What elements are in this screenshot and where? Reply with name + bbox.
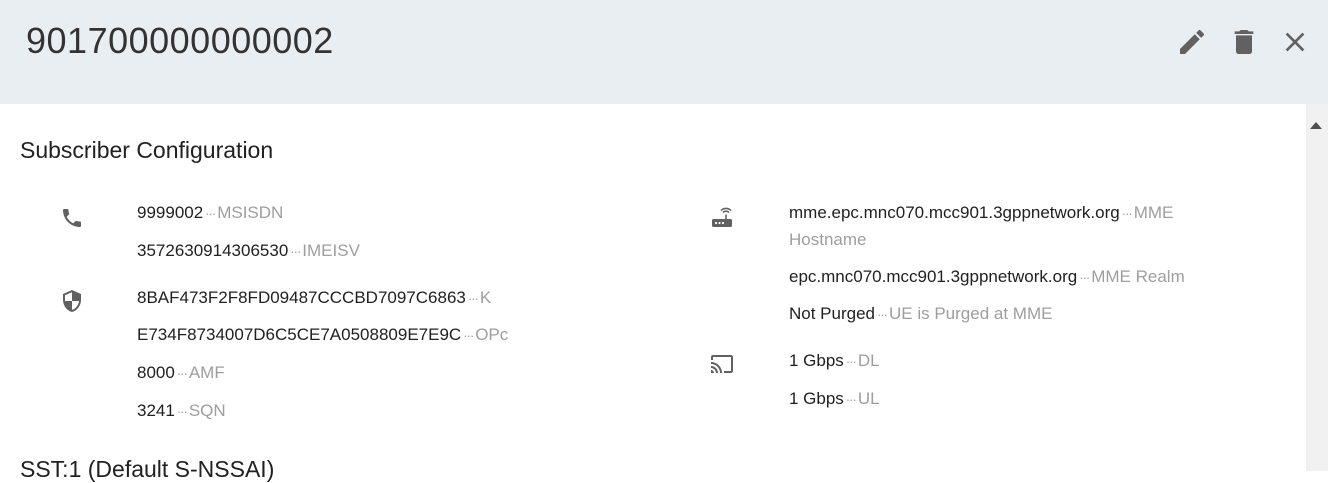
edit-button[interactable] (1176, 26, 1208, 58)
close-button[interactable] (1279, 26, 1311, 58)
slice-section-title: SST:1 (Default S-NSSAI) (20, 456, 275, 482)
row-separator: ··· (1079, 270, 1090, 285)
delete-button[interactable] (1228, 26, 1260, 58)
mme-hostname-value: mme.epc.mnc070.mcc901.3gppnetwork.org (789, 203, 1120, 222)
msisdn-label: MSISDN (217, 203, 284, 222)
phone-icon (60, 206, 84, 230)
row-separator: ··· (845, 354, 857, 369)
scroll-up-arrow[interactable] (1310, 122, 1322, 129)
amf-label: AMF (188, 363, 225, 382)
sqn-value: 3241 (137, 401, 175, 420)
row-separator: ··· (205, 206, 216, 221)
ambr-ul-label: UL (857, 389, 880, 408)
opc-value: E734F8734007D6C5CE7A0508809E7E9C (137, 325, 462, 344)
mme-realm-value: epc.mnc070.mcc901.3gppnetwork.org (789, 267, 1078, 286)
row-separator: ··· (845, 392, 857, 407)
section-title: Subscriber Configuration (20, 137, 274, 163)
msisdn-row: 9999002 ··· MSISDN (137, 200, 283, 227)
mme-hostname-row: mme.epc.mnc070.mcc901.3gppnetwork.org ···… (789, 200, 1229, 253)
ambr-dl-label: DL (857, 351, 880, 370)
mme-realm-row: epc.mnc070.mcc901.3gppnetwork.org ··· MME … (789, 264, 1185, 291)
opc-label: OPc (475, 325, 509, 344)
purge-status-row: Not Purged ··· UE is Purged at MME (789, 301, 1052, 328)
msisdn-value: 9999002 (137, 203, 204, 222)
amf-value: 8000 (137, 363, 175, 382)
ambr-dl-row: 1 Gbps ··· DL (789, 348, 880, 375)
k-value: 8BAF473F2F8FD09487CCCBD7097C6863 (137, 288, 466, 307)
purge-status-label: UE is Purged at MME (889, 304, 1053, 323)
ambr-ul-value: 1 Gbps (789, 389, 844, 408)
close-icon (1285, 32, 1305, 52)
subscriber-imsi-title: 901700000000002 (26, 20, 334, 61)
row-separator: ··· (176, 404, 188, 419)
row-separator: ··· (467, 291, 479, 306)
amf-row: 8000 ··· AMF (137, 360, 225, 387)
imeisv-label: IMEISV (302, 241, 360, 260)
ambr-ul-row: 1 Gbps ··· UL (789, 386, 880, 413)
sqn-row: 3241 ··· SQN (137, 398, 226, 425)
router-icon (710, 206, 734, 230)
row-separator: ··· (176, 366, 188, 381)
security-icon (60, 289, 84, 313)
dialog-header: 901700000000002 (0, 0, 1328, 104)
row-separator: ··· (463, 328, 474, 343)
delete-icon (1234, 30, 1254, 54)
scrollbar[interactable] (1306, 104, 1328, 471)
cast-icon (710, 352, 734, 376)
row-separator: ··· (1121, 206, 1133, 221)
opc-row: E734F8734007D6C5CE7A0508809E7E9C ··· OPc (137, 322, 508, 349)
sqn-label: SQN (188, 401, 226, 420)
edit-icon (1180, 29, 1205, 54)
row-separator: ··· (877, 307, 888, 322)
imeisv-row: 3572630914306530 ··· IMEISV (137, 238, 360, 265)
row-separator: ··· (290, 244, 301, 259)
purge-status-value: Not Purged (789, 304, 875, 323)
imeisv-value: 3572630914306530 (137, 241, 289, 260)
k-row: 8BAF473F2F8FD09487CCCBD7097C6863 ··· K (137, 285, 491, 312)
mme-realm-label: MME Realm (1091, 267, 1185, 286)
ambr-dl-value: 1 Gbps (789, 351, 844, 370)
k-label: K (479, 288, 492, 307)
